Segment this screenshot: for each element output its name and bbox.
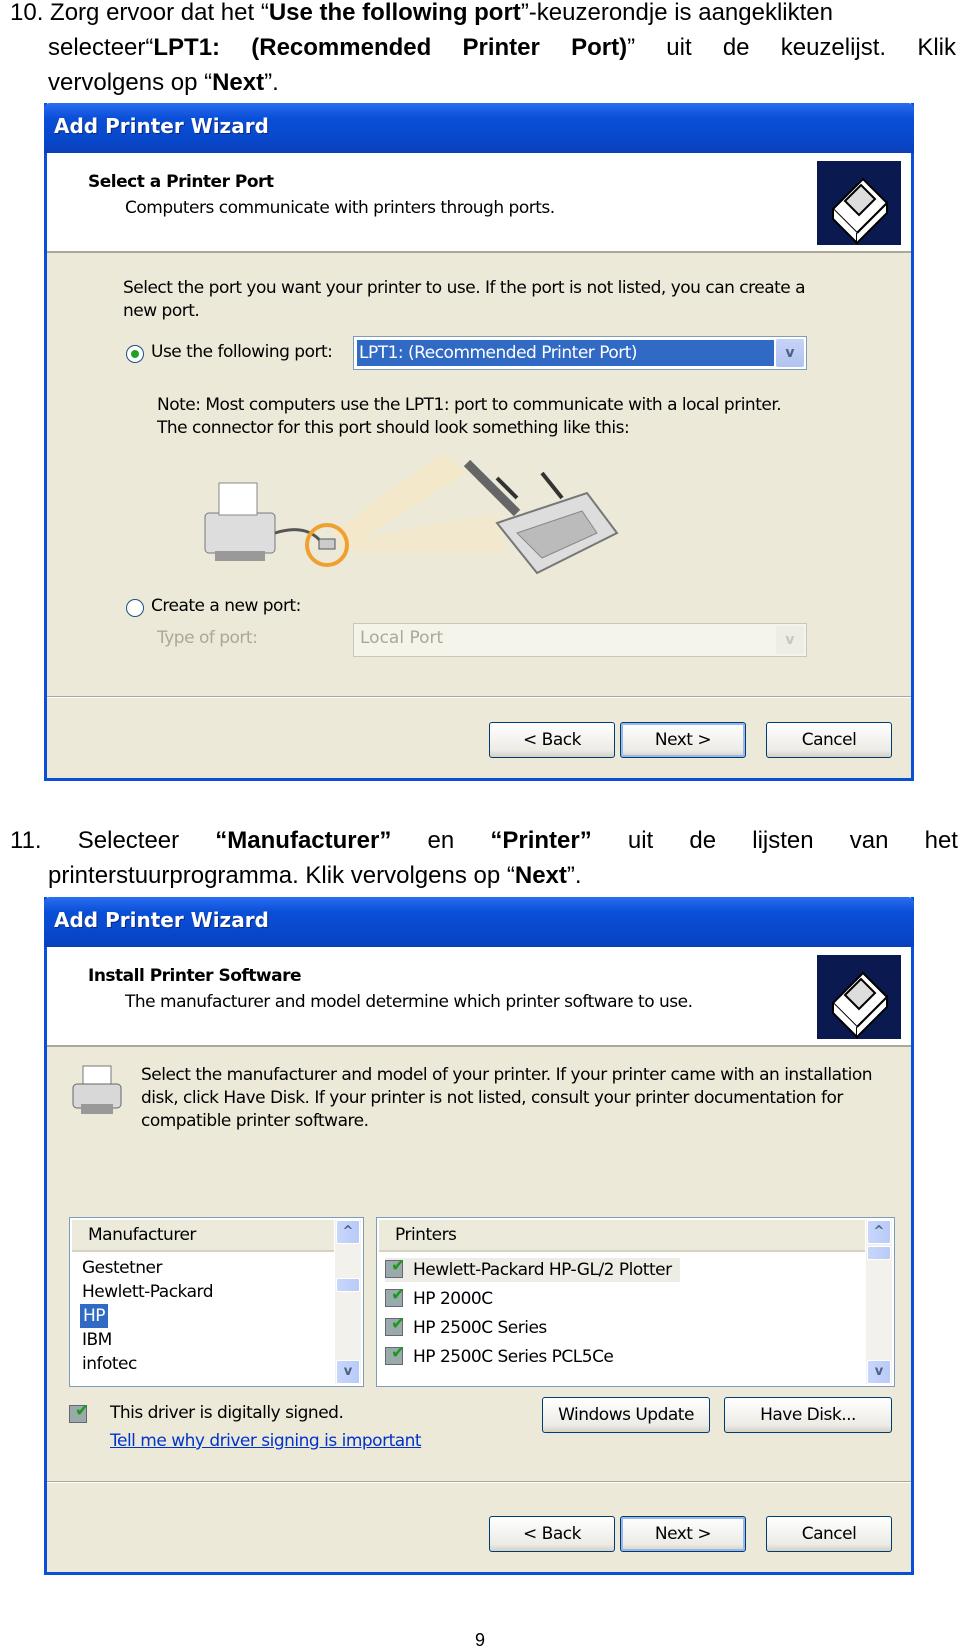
window-title: Add Printer Wizard xyxy=(54,908,269,932)
port-dropdown-value: LPT1: (Recommended Printer Port) xyxy=(356,339,775,367)
lpt-connector-illustration xyxy=(204,453,619,575)
type-of-port-label: Type of port: xyxy=(157,628,258,648)
next-button[interactable]: Next > xyxy=(620,722,746,758)
title-bar: Add Printer Wizard xyxy=(44,103,914,153)
instruction-text-2: new port. xyxy=(123,301,200,321)
printer-item[interactable]: HP 2500C Series PCL5Ce xyxy=(385,1343,614,1369)
signed-driver-icon xyxy=(385,1256,407,1278)
scroll-down-icon[interactable]: v xyxy=(867,1360,891,1384)
manufacturer-item[interactable]: IBM xyxy=(82,1328,112,1352)
printers-list[interactable]: Printers Hewlett-Packard HP-GL/2 Plotter… xyxy=(376,1217,895,1387)
manufacturer-scrollbar[interactable]: ^ v xyxy=(335,1220,361,1384)
instruction-text: Select the manufacturer and model of you… xyxy=(141,1065,873,1085)
back-button[interactable]: < Back xyxy=(489,1516,615,1552)
manufacturer-column-header[interactable]: Manufacturer xyxy=(72,1220,334,1252)
manufacturer-item[interactable]: Gestetner xyxy=(82,1256,163,1280)
step11-line2: printerstuurprogramma. Klik vervolgens o… xyxy=(48,862,582,889)
wizard-header: Install Printer Software The manufacture… xyxy=(47,947,911,1047)
step10-line1: 10. Zorg ervoor dat het “Use the followi… xyxy=(10,0,833,26)
instruction-text-3: compatible printer software. xyxy=(141,1111,369,1131)
scroll-thumb[interactable] xyxy=(867,1246,891,1260)
cancel-button[interactable]: Cancel xyxy=(766,1516,892,1552)
use-following-port-label[interactable]: Use the following port: xyxy=(151,342,333,362)
header-subtitle: The manufacturer and model determine whi… xyxy=(125,992,693,1012)
printers-scrollbar[interactable]: ^ v xyxy=(866,1220,892,1384)
manufacturer-item-selected[interactable]: HP xyxy=(80,1304,109,1328)
signed-status-text: This driver is digitally signed. xyxy=(110,1403,344,1423)
window-title: Add Printer Wizard xyxy=(54,114,269,138)
windows-update-button[interactable]: Windows Update xyxy=(542,1397,710,1433)
scroll-up-icon[interactable]: ^ xyxy=(336,1220,360,1244)
header-title: Install Printer Software xyxy=(88,966,301,986)
manufacturer-item[interactable]: Hewlett-Packard xyxy=(82,1280,214,1304)
printer-wizard-icon xyxy=(817,955,901,1040)
printer-item[interactable]: HP 2500C Series xyxy=(385,1314,547,1340)
wizard-header: Select a Printer Port Computers communic… xyxy=(47,153,911,253)
printer-item-selected[interactable]: Hewlett-Packard HP-GL/2 Plotter xyxy=(385,1256,680,1282)
printers-column-header[interactable]: Printers xyxy=(379,1220,865,1252)
signed-driver-icon xyxy=(385,1314,407,1336)
divider xyxy=(47,1481,911,1483)
note-text-2: The connector for this port should look … xyxy=(157,418,630,438)
instruction-text-2: disk, click Have Disk. If your printer i… xyxy=(141,1088,843,1108)
next-button[interactable]: Next > xyxy=(620,1516,746,1552)
instruction-text: Select the port you want your printer to… xyxy=(123,278,806,298)
signed-driver-icon xyxy=(69,1401,91,1423)
driver-signing-link[interactable]: Tell me why driver signing is important xyxy=(110,1431,422,1451)
use-following-port-radio[interactable] xyxy=(126,345,144,363)
type-of-port-dropdown: Local Port v xyxy=(353,623,807,657)
manufacturer-item[interactable]: infotec xyxy=(82,1352,137,1376)
note-text: Note: Most computers use the LPT1: port … xyxy=(157,395,782,415)
manufacturer-list[interactable]: Manufacturer Gestetner Hewlett-Packard H… xyxy=(69,1217,364,1387)
create-new-port-label[interactable]: Create a new port: xyxy=(151,596,301,616)
header-subtitle: Computers communicate with printers thro… xyxy=(125,198,555,218)
printer-icon xyxy=(72,1065,122,1114)
create-new-port-radio[interactable] xyxy=(126,599,144,617)
signed-driver-icon xyxy=(385,1285,407,1307)
have-disk-button[interactable]: Have Disk... xyxy=(724,1397,892,1433)
title-bar: Add Printer Wizard xyxy=(44,897,914,947)
add-printer-wizard-software: Add Printer Wizard Install Printer Softw… xyxy=(44,897,914,1575)
port-dropdown[interactable]: LPT1: (Recommended Printer Port) v xyxy=(353,336,807,370)
divider xyxy=(47,696,911,698)
signed-driver-icon xyxy=(385,1343,407,1365)
chevron-down-icon: v xyxy=(776,626,804,654)
page-number: 9 xyxy=(474,1630,485,1650)
printer-wizard-icon xyxy=(817,161,901,246)
add-printer-wizard-port: Add Printer Wizard Select a Printer Port… xyxy=(44,103,914,781)
step10-line3: vervolgens op “Next”. xyxy=(48,69,279,96)
type-of-port-value: Local Port xyxy=(360,628,444,648)
scroll-down-icon[interactable]: v xyxy=(336,1360,360,1384)
step11-line1: 11. Selecteer “Manufacturer” en “Printer” uit… xyxy=(10,827,958,854)
scroll-thumb[interactable] xyxy=(336,1278,360,1292)
printer-item[interactable]: HP 2000C xyxy=(385,1285,493,1311)
step10-line2: selecteer“LPT1: (Recommended Printer Por… xyxy=(48,34,956,61)
header-title: Select a Printer Port xyxy=(88,172,274,192)
scroll-up-icon[interactable]: ^ xyxy=(867,1220,891,1244)
cancel-button[interactable]: Cancel xyxy=(766,722,892,758)
back-button[interactable]: < Back xyxy=(489,722,615,758)
chevron-down-icon[interactable]: v xyxy=(776,339,804,367)
